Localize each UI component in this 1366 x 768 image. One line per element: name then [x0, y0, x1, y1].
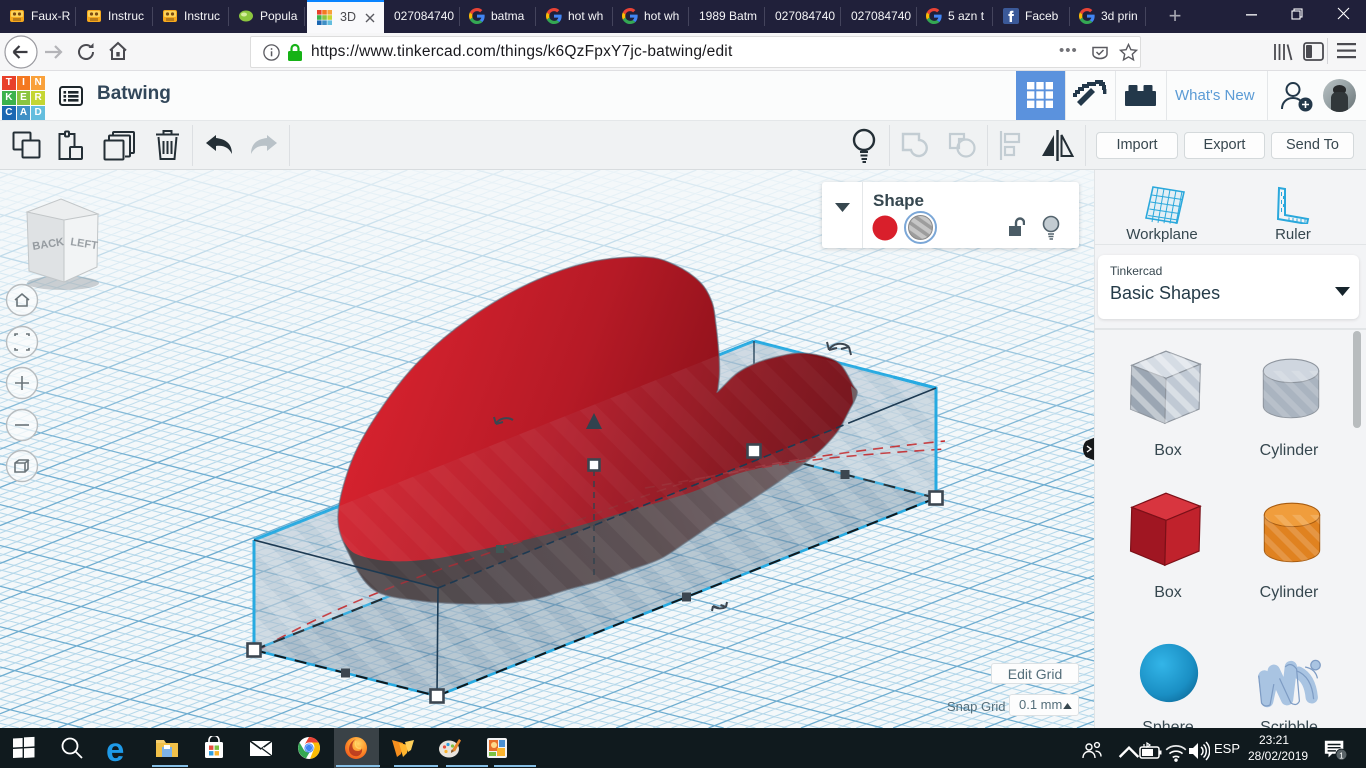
svg-text:1: 1: [1339, 750, 1344, 760]
